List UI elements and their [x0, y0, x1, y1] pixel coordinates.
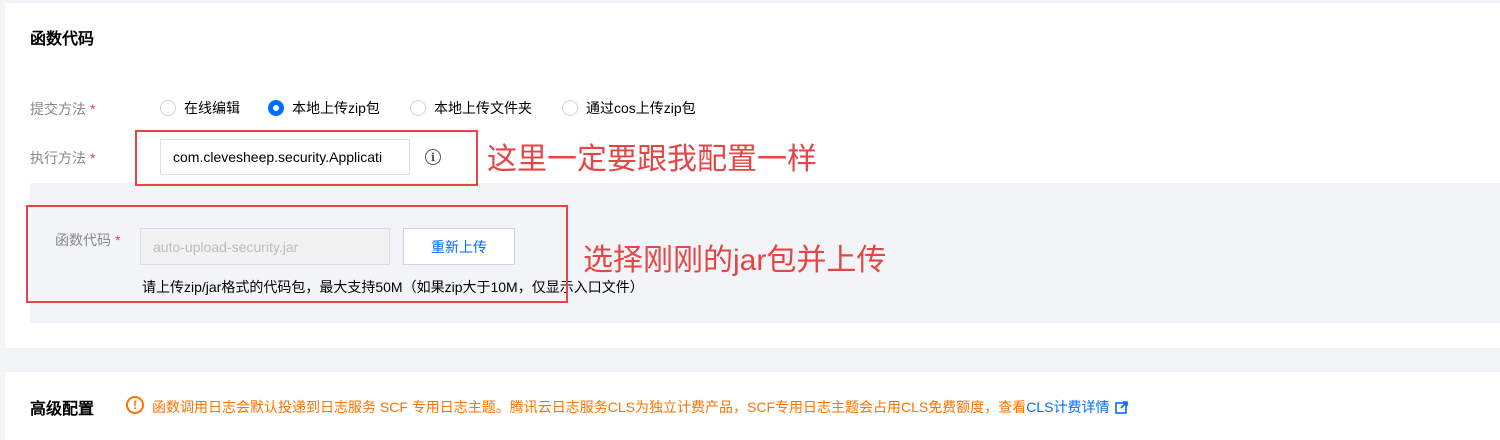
radio-circle-checked[interactable]: [268, 100, 284, 116]
radio-label: 通过cos上传zip包: [586, 100, 696, 116]
reupload-button[interactable]: 重新上传: [403, 228, 515, 265]
required-mark: *: [115, 232, 121, 248]
annotation-upload-note: 选择刚刚的jar包并上传: [583, 244, 887, 277]
handler-label-text: 执行方法: [30, 150, 86, 166]
upload-label: 函数代码 *: [55, 230, 120, 250]
section-title-function-code: 函数代码: [30, 31, 95, 48]
log-notice-text: 函数调用日志会默认投递到日志服务 SCF 专用日志主题。腾讯云日志服务CLS为独…: [152, 399, 1027, 415]
log-notice: 函数调用日志会默认投递到日志服务 SCF 专用日志主题。腾讯云日志服务CLS为独…: [152, 397, 1129, 417]
required-mark: *: [90, 101, 96, 117]
upload-label-text: 函数代码: [55, 232, 111, 248]
radio-label: 在线编辑: [184, 100, 240, 116]
handler-input[interactable]: com.clevesheep.security.Applicati: [160, 139, 410, 175]
radio-circle[interactable]: [410, 100, 426, 116]
radio-cos-zip[interactable]: 通过cos上传zip包: [562, 98, 696, 118]
info-icon[interactable]: i: [425, 149, 441, 165]
radio-circle[interactable]: [160, 100, 176, 116]
submit-method-label-text: 提交方法: [30, 101, 86, 117]
radio-local-folder[interactable]: 本地上传文件夹: [410, 98, 532, 118]
warning-icon: !: [126, 396, 144, 414]
submit-method-label: 提交方法 *: [30, 99, 95, 119]
radio-online-edit[interactable]: 在线编辑: [160, 98, 240, 118]
handler-label: 执行方法 *: [30, 148, 95, 168]
upload-hint: 请上传zip/jar格式的代码包，最大支持50M（如果zip大于10M，仅显示入…: [142, 279, 644, 295]
section-title-advanced: 高级配置: [30, 401, 95, 418]
annotation-handler-note: 这里一定要跟我配置一样: [487, 143, 817, 176]
radio-label: 本地上传文件夹: [434, 100, 532, 116]
external-link-icon[interactable]: [1115, 401, 1129, 414]
uploaded-file-field: auto-upload-security.jar: [140, 228, 390, 265]
radio-local-zip[interactable]: 本地上传zip包: [268, 98, 380, 118]
cls-pricing-link[interactable]: CLS计费详情: [1026, 399, 1109, 415]
radio-label: 本地上传zip包: [292, 100, 380, 116]
radio-circle[interactable]: [562, 100, 578, 116]
required-mark: *: [90, 150, 96, 166]
